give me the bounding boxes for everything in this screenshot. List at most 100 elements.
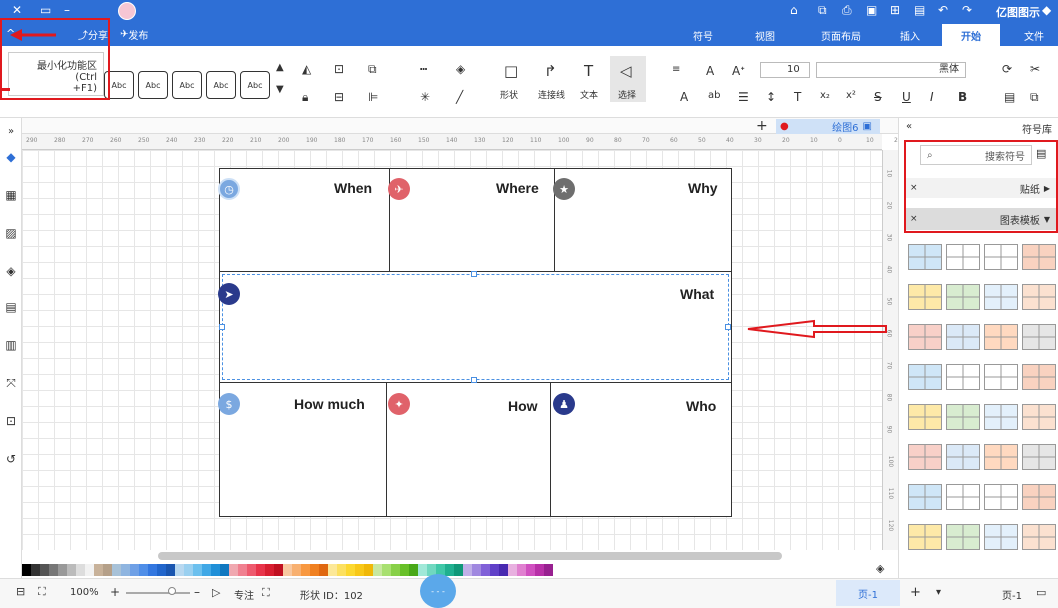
- text-case-icon[interactable]: ab: [708, 90, 720, 101]
- arrange-icon[interactable]: ⧉: [368, 62, 377, 77]
- template-thumbnail[interactable]: [1022, 444, 1056, 470]
- template-thumbnail[interactable]: [946, 244, 980, 270]
- color-swatch[interactable]: [544, 564, 553, 576]
- page-view-icon[interactable]: ▭: [1036, 586, 1046, 599]
- color-swatch[interactable]: [175, 564, 184, 576]
- play-icon[interactable]: ▷: [212, 586, 220, 599]
- restore-window-icon[interactable]: ▭: [40, 3, 51, 17]
- template-thumbnail[interactable]: [1022, 484, 1056, 510]
- template-thumbnail[interactable]: [946, 404, 980, 430]
- collapse-right-icon[interactable]: «: [906, 121, 912, 132]
- zoom-slider-thumb[interactable]: [168, 587, 176, 595]
- color-swatch[interactable]: [274, 564, 283, 576]
- color-swatch[interactable]: [373, 564, 382, 576]
- color-swatch[interactable]: [319, 564, 328, 576]
- data-panel-icon[interactable]: ▥: [2, 336, 20, 354]
- color-swatch[interactable]: [418, 564, 427, 576]
- connector-tool-icon[interactable]: ↱: [544, 62, 557, 80]
- template-thumbnail[interactable]: [984, 524, 1018, 550]
- color-swatch[interactable]: [454, 564, 463, 576]
- template-thumbnail[interactable]: [984, 284, 1018, 310]
- line-color-icon[interactable]: ╱: [456, 90, 463, 104]
- color-swatch[interactable]: [517, 564, 526, 576]
- italic-icon[interactable]: I: [930, 90, 934, 104]
- template-thumbnail[interactable]: [984, 364, 1018, 390]
- color-swatch[interactable]: [508, 564, 517, 576]
- color-swatch[interactable]: [409, 564, 418, 576]
- flip-icon[interactable]: ◭: [302, 62, 311, 76]
- text-tool-icon[interactable]: T: [584, 62, 593, 80]
- color-swatch[interactable]: [202, 564, 211, 576]
- color-swatch[interactable]: [49, 564, 58, 576]
- resize-handle-top[interactable]: [471, 271, 477, 277]
- template-thumbnail[interactable]: [1022, 524, 1056, 550]
- color-swatch[interactable]: [85, 564, 94, 576]
- text-style-icon[interactable]: T: [794, 90, 801, 104]
- color-swatch[interactable]: [103, 564, 112, 576]
- color-swatch[interactable]: [40, 564, 49, 576]
- color-swatch[interactable]: [472, 564, 481, 576]
- template-thumbnail[interactable]: [1022, 404, 1056, 430]
- template-thumbnail[interactable]: [908, 284, 942, 310]
- color-swatch[interactable]: [58, 564, 67, 576]
- open-file-icon[interactable]: ▤: [914, 3, 925, 17]
- color-swatch[interactable]: [112, 564, 121, 576]
- color-swatch[interactable]: [166, 564, 175, 576]
- canvas[interactable]: Why Where When What Who How How much ★ ✈…: [22, 150, 882, 550]
- color-swatch[interactable]: [184, 564, 193, 576]
- paste-icon[interactable]: ▤: [1004, 90, 1015, 104]
- template-thumbnail[interactable]: [1022, 284, 1056, 310]
- tab-page-layout[interactable]: 页面布局: [806, 24, 876, 46]
- present-panel-icon[interactable]: ⊡: [2, 412, 20, 430]
- template-thumbnail[interactable]: [908, 484, 942, 510]
- color-swatch[interactable]: [301, 564, 310, 576]
- fit-panel-icon[interactable]: ⤧: [2, 374, 20, 392]
- color-swatch[interactable]: [355, 564, 364, 576]
- save-icon[interactable]: ▣: [866, 3, 877, 17]
- bold-icon[interactable]: B: [958, 90, 967, 104]
- line-style-icon[interactable]: ┅: [420, 62, 427, 76]
- page-panel-icon[interactable]: ▤: [2, 298, 20, 316]
- group-icon[interactable]: ⊡: [334, 62, 344, 76]
- avatar[interactable]: [118, 2, 136, 20]
- distribute-icon[interactable]: ⊫: [368, 90, 378, 104]
- grid-panel-icon[interactable]: ▦: [2, 186, 20, 204]
- color-swatch[interactable]: [292, 564, 301, 576]
- new-file-icon[interactable]: ⊞: [890, 3, 900, 17]
- color-swatch[interactable]: [220, 564, 229, 576]
- color-swatch[interactable]: [364, 564, 373, 576]
- superscript-icon[interactable]: x²: [846, 90, 856, 101]
- external-icon[interactable]: ⧉: [818, 3, 827, 18]
- redo-icon[interactable]: ↷: [962, 3, 972, 17]
- resize-handle-left[interactable]: [219, 324, 225, 330]
- color-swatch[interactable]: [94, 564, 103, 576]
- fit-width-icon[interactable]: ⊟: [16, 585, 25, 598]
- print-icon[interactable]: ⎙: [842, 3, 852, 18]
- color-swatch[interactable]: [76, 564, 85, 576]
- strikethrough-icon[interactable]: S: [874, 90, 882, 104]
- close-window-icon[interactable]: ✕: [12, 3, 22, 17]
- style-preset-3[interactable]: Abc: [172, 71, 202, 99]
- color-swatch[interactable]: [499, 564, 508, 576]
- color-swatch[interactable]: [490, 564, 499, 576]
- template-thumbnail[interactable]: [908, 444, 942, 470]
- tab-symbols[interactable]: 符号: [676, 24, 730, 46]
- font-smaller-icon[interactable]: A: [706, 64, 714, 78]
- template-thumbnail[interactable]: [1022, 364, 1056, 390]
- color-swatch[interactable]: [121, 564, 130, 576]
- color-swatch[interactable]: [67, 564, 76, 576]
- color-swatch[interactable]: [391, 564, 400, 576]
- font-color-icon[interactable]: A: [680, 90, 688, 104]
- template-thumbnail[interactable]: [946, 524, 980, 550]
- color-swatch[interactable]: [535, 564, 544, 576]
- zoom-level[interactable]: 100%: [70, 587, 99, 598]
- style-preset-2[interactable]: Abc: [138, 71, 168, 99]
- template-thumbnail[interactable]: [908, 244, 942, 270]
- lock-icon[interactable]: 🔒︎: [302, 90, 308, 105]
- assistant-button[interactable]: - - -: [420, 574, 456, 608]
- align-icon[interactable]: ⊟: [334, 90, 344, 104]
- tab-drawing6[interactable]: ● 绘图6 ▣: [776, 119, 880, 134]
- subscript-icon[interactable]: x₂: [820, 90, 830, 101]
- focus-mode-label[interactable]: 专注: [234, 587, 254, 602]
- style-scroll-down-icon[interactable]: ▼: [276, 84, 284, 95]
